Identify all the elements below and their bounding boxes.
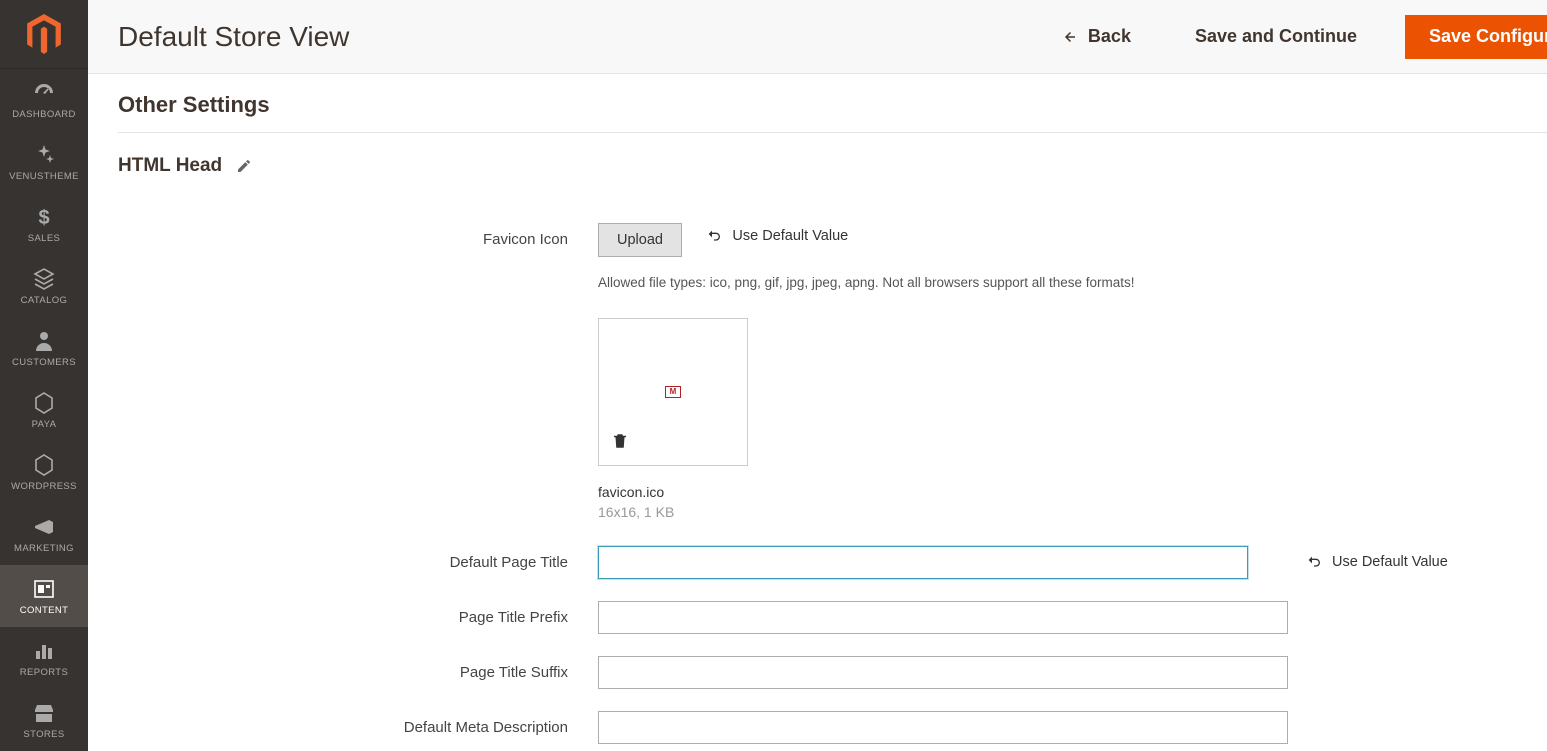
default-page-title-input[interactable] — [598, 546, 1248, 579]
sidebar-item-venustheme[interactable]: VENUSTHEME — [0, 131, 88, 193]
store-icon — [32, 701, 56, 725]
sidebar-item-wordpress[interactable]: WORDPRESS — [0, 441, 88, 503]
admin-sidebar: DASHBOARD VENUSTHEME $ SALES CATALOG CUS… — [0, 0, 88, 751]
page-title-suffix-label: Page Title Suffix — [118, 656, 598, 681]
page-title-prefix-label: Page Title Prefix — [118, 601, 598, 626]
sidebar-item-label: WORDPRESS — [11, 481, 77, 492]
sidebar-item-label: MARKETING — [14, 543, 74, 554]
default-meta-description-input[interactable] — [598, 711, 1288, 744]
dashboard-icon — [32, 81, 56, 105]
sidebar-item-marketing[interactable]: MARKETING — [0, 503, 88, 565]
page-title-suffix-input[interactable] — [598, 656, 1288, 689]
section-title: Other Settings — [118, 92, 1547, 118]
favicon-hint: Allowed file types: ico, png, gif, jpg, … — [598, 275, 1288, 290]
sidebar-item-label: SALES — [28, 233, 61, 244]
sidebar-item-reports[interactable]: REPORTS — [0, 627, 88, 689]
fieldset-title: HTML Head — [118, 155, 222, 177]
save-configuration-button[interactable]: Save Configuration — [1405, 15, 1547, 59]
use-default-label: Use Default Value — [1332, 554, 1448, 570]
divider — [118, 132, 1547, 133]
favicon-label: Favicon Icon — [118, 223, 598, 248]
page-toolbar: Default Store View Back Save and Continu… — [88, 0, 1547, 74]
content-icon — [32, 577, 56, 601]
sidebar-item-dashboard[interactable]: DASHBOARD — [0, 69, 88, 131]
undo-icon — [706, 228, 722, 244]
favicon-filename: favicon.ico — [598, 484, 1288, 500]
favicon-image: M — [665, 386, 681, 398]
favicon-preview: M — [598, 318, 748, 466]
megaphone-icon — [32, 515, 56, 539]
sparkle-icon — [32, 143, 56, 167]
page-title-prefix-input[interactable] — [598, 601, 1288, 634]
sidebar-item-label: PAYA — [32, 419, 57, 430]
sidebar-item-stores[interactable]: STORES — [0, 689, 88, 751]
upload-button[interactable]: Upload — [598, 223, 682, 257]
save-continue-button[interactable]: Save and Continue — [1167, 26, 1385, 47]
bars-icon — [32, 639, 56, 663]
sidebar-item-paya[interactable]: PAYA — [0, 379, 88, 441]
trash-icon — [611, 432, 629, 450]
sidebar-item-label: CONTENT — [20, 605, 69, 616]
pencil-icon[interactable] — [236, 158, 252, 174]
back-label: Back — [1088, 26, 1131, 47]
sidebar-item-catalog[interactable]: CATALOG — [0, 255, 88, 317]
sidebar-item-content[interactable]: CONTENT — [0, 565, 88, 627]
undo-icon — [1306, 554, 1322, 570]
use-default-favicon[interactable]: Use Default Value — [706, 228, 848, 244]
favicon-filemeta: 16x16, 1 KB — [598, 504, 1288, 520]
dollar-icon: $ — [32, 205, 56, 229]
sidebar-item-label: STORES — [23, 729, 64, 740]
person-icon — [32, 329, 56, 353]
svg-text:$: $ — [38, 207, 49, 229]
page-title: Default Store View — [118, 21, 1032, 53]
hexagon-icon — [32, 453, 56, 477]
sidebar-item-label: DASHBOARD — [12, 109, 76, 120]
hexagon-icon — [32, 391, 56, 415]
arrow-left-icon — [1060, 28, 1078, 46]
magento-logo[interactable] — [0, 0, 88, 69]
back-button[interactable]: Back — [1032, 26, 1159, 47]
use-default-page-title[interactable]: Use Default Value — [1306, 554, 1448, 570]
default-meta-description-label: Default Meta Description — [118, 711, 598, 736]
sidebar-item-label: VENUSTHEME — [9, 171, 79, 182]
sidebar-item-label: CUSTOMERS — [12, 357, 76, 368]
sidebar-item-sales[interactable]: $ SALES — [0, 193, 88, 255]
delete-favicon-button[interactable] — [611, 432, 629, 455]
sidebar-item-label: REPORTS — [20, 667, 68, 678]
sidebar-item-customers[interactable]: CUSTOMERS — [0, 317, 88, 379]
sidebar-item-label: CATALOG — [21, 295, 68, 306]
use-default-label: Use Default Value — [732, 228, 848, 244]
default-page-title-label: Default Page Title — [118, 546, 598, 571]
catalog-icon — [32, 267, 56, 291]
